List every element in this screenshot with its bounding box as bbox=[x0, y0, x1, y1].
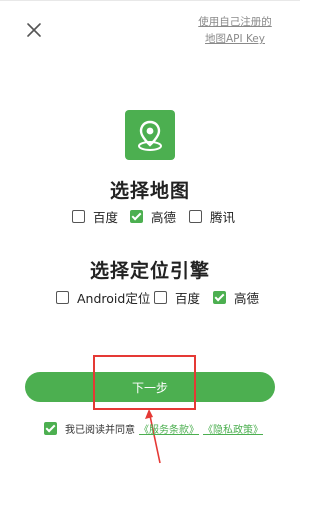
map-option-gaode[interactable]: 高德 bbox=[130, 206, 176, 226]
privacy-link[interactable]: 《隐私政策》 bbox=[203, 421, 263, 436]
locate-option-android-checkbox[interactable] bbox=[56, 290, 69, 304]
annotation-highlight-box bbox=[93, 355, 196, 410]
map-option-gaode-checkbox[interactable] bbox=[130, 209, 143, 223]
map-option-label: 高德 bbox=[151, 209, 177, 225]
custom-api-key-link[interactable]: 使用自己注册的 地图API Key bbox=[185, 14, 285, 48]
locate-section-title: 选择定位引擎 bbox=[89, 260, 210, 282]
locate-option-gaode-checkbox[interactable] bbox=[213, 290, 226, 304]
map-option-tencent[interactable]: 腾讯 bbox=[189, 206, 235, 226]
locate-option-android[interactable]: Android定位 bbox=[56, 287, 150, 307]
close-button[interactable] bbox=[26, 22, 42, 38]
top-border bbox=[0, 0, 300, 1]
locate-option-baidu-checkbox[interactable] bbox=[154, 290, 167, 304]
locate-option-label: 百度 bbox=[175, 290, 201, 306]
terms-link[interactable]: 《服务条款》 bbox=[139, 421, 199, 436]
map-option-baidu[interactable]: 百度 bbox=[72, 206, 118, 226]
agreement-row: 我已阅读并同意 《服务条款》 《隐私政策》 bbox=[44, 419, 263, 437]
map-option-baidu-checkbox[interactable] bbox=[72, 209, 85, 223]
map-options: 百度 高德 腾讯 bbox=[0, 206, 300, 226]
locate-option-label: Android定位 bbox=[77, 290, 151, 306]
locate-option-gaode[interactable]: 高德 bbox=[213, 287, 259, 307]
locate-option-label: 高德 bbox=[234, 290, 260, 306]
api-link-line1: 使用自己注册的 bbox=[198, 16, 272, 28]
map-option-label: 百度 bbox=[93, 209, 119, 225]
map-pin-icon bbox=[125, 110, 175, 160]
map-option-tencent-checkbox[interactable] bbox=[189, 209, 202, 223]
locate-option-baidu[interactable]: 百度 bbox=[154, 287, 200, 307]
agreement-checkbox[interactable] bbox=[44, 421, 57, 435]
locate-options: Android定位 百度 高德 bbox=[0, 287, 300, 307]
close-icon bbox=[27, 23, 41, 37]
map-option-label: 腾讯 bbox=[210, 209, 236, 225]
api-link-line2: 地图API Key bbox=[205, 33, 265, 45]
map-section-title: 选择地图 bbox=[109, 180, 190, 202]
agreement-text: 我已阅读并同意 bbox=[65, 424, 135, 436]
